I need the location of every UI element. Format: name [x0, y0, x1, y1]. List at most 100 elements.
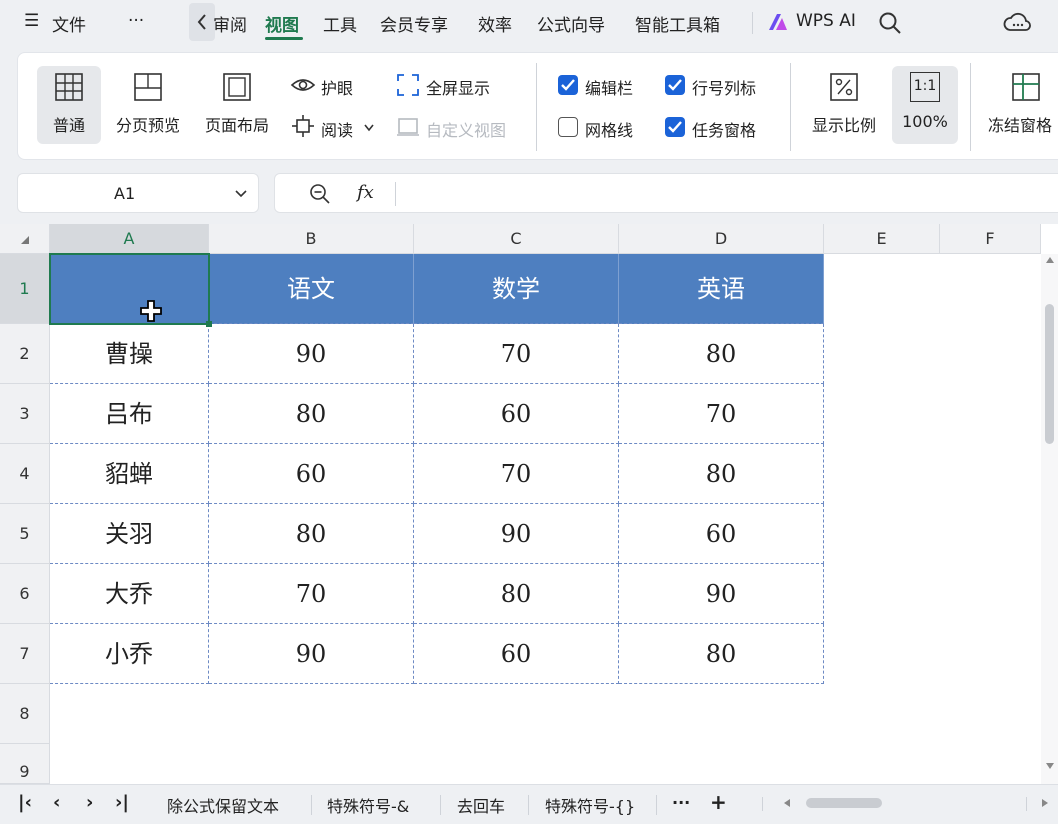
- table-cell[interactable]: 貂蝉: [50, 444, 209, 504]
- scroll-up-icon[interactable]: [1045, 256, 1055, 264]
- add-sheet-button[interactable]: +: [710, 790, 727, 814]
- select-all-corner[interactable]: [0, 224, 50, 254]
- sheet-tab[interactable]: 特殊符号-&: [327, 793, 409, 817]
- table-header-cell[interactable]: 数学: [414, 254, 619, 324]
- column-header-f[interactable]: F: [940, 224, 1041, 254]
- table-cell[interactable]: 60: [414, 624, 619, 684]
- horizontal-scroll-thumb[interactable]: [806, 798, 882, 808]
- column-header-a[interactable]: A: [50, 224, 209, 254]
- table-cell[interactable]: 70: [414, 444, 619, 504]
- menu-smart-toolbox[interactable]: 智能工具箱: [635, 11, 720, 36]
- sheet-tab[interactable]: 特殊符号-{}: [545, 793, 635, 817]
- sheet-tab[interactable]: 去回车: [457, 793, 505, 817]
- table-cell[interactable]: 80: [414, 564, 619, 624]
- table-cell[interactable]: 70: [619, 384, 824, 444]
- table-cell[interactable]: 90: [209, 324, 414, 384]
- table-header-cell[interactable]: 英语: [619, 254, 824, 324]
- table-cell[interactable]: 小乔: [50, 624, 209, 684]
- table-cell[interactable]: 关羽: [50, 504, 209, 564]
- row-header-5[interactable]: 5: [0, 504, 50, 564]
- first-sheet-button[interactable]: |‹: [18, 792, 32, 813]
- table-cell[interactable]: 80: [209, 504, 414, 564]
- table-cell[interactable]: 80: [619, 624, 824, 684]
- formula-bar-checkbox[interactable]: [558, 75, 578, 95]
- row-header-7[interactable]: 7: [0, 624, 50, 684]
- custom-view-button[interactable]: 自定义视图: [426, 117, 506, 141]
- reading-mode-button[interactable]: 阅读: [321, 117, 353, 141]
- column-header-c[interactable]: C: [414, 224, 619, 254]
- row-col-headers-label: 行号列标: [692, 79, 757, 98]
- scroll-down-icon[interactable]: [1045, 762, 1055, 770]
- row-header-1[interactable]: 1: [0, 254, 50, 324]
- table-cell[interactable]: 60: [619, 504, 824, 564]
- next-sheet-button[interactable]: ›: [86, 792, 93, 813]
- table-header-cell[interactable]: 语文: [209, 254, 414, 324]
- last-sheet-button[interactable]: ›|: [115, 792, 129, 813]
- table-cell[interactable]: 60: [414, 384, 619, 444]
- page-layout-button[interactable]: 页面布局: [198, 66, 276, 144]
- search-icon[interactable]: [877, 10, 903, 36]
- percent-icon: [830, 73, 858, 101]
- table-cell[interactable]: 曹操: [50, 324, 209, 384]
- column-header-b[interactable]: B: [209, 224, 414, 254]
- table-cell[interactable]: 70: [209, 564, 414, 624]
- row-header-2[interactable]: 2: [0, 324, 50, 384]
- vertical-scrollbar[interactable]: [1041, 254, 1058, 784]
- prev-sheet-button[interactable]: ‹: [53, 792, 60, 813]
- scroll-left-icon[interactable]: [782, 798, 792, 808]
- row-header-6[interactable]: 6: [0, 564, 50, 624]
- freeze-panes-button[interactable]: 冻结窗格: [984, 66, 1058, 144]
- name-box[interactable]: A1: [17, 173, 259, 213]
- menu-more[interactable]: ···: [128, 11, 144, 31]
- table-cell[interactable]: 70: [414, 324, 619, 384]
- table-cell[interactable]: 80: [619, 444, 824, 504]
- zoom-ratio-button[interactable]: 显示比例: [804, 66, 884, 144]
- zoom-formula-icon[interactable]: [309, 183, 331, 205]
- chevron-down-icon[interactable]: [234, 188, 248, 200]
- fx-icon[interactable]: fx: [357, 182, 374, 203]
- menu-tools[interactable]: 工具: [323, 11, 357, 36]
- row-header-4[interactable]: 4: [0, 444, 50, 504]
- hamburger-icon[interactable]: ☰: [24, 11, 39, 31]
- fullscreen-button[interactable]: 全屏显示: [426, 75, 490, 99]
- row-col-headers-checkbox[interactable]: [665, 75, 685, 95]
- vertical-scroll-thumb[interactable]: [1045, 304, 1054, 444]
- zoom-ratio-label: 显示比例: [811, 116, 876, 135]
- row-header-3[interactable]: 3: [0, 384, 50, 444]
- more-sheets-button[interactable]: ···: [672, 793, 690, 812]
- column-header-e[interactable]: E: [824, 224, 940, 254]
- page-break-icon: [134, 73, 162, 101]
- table-cell[interactable]: 大乔: [50, 564, 209, 624]
- cloud-icon[interactable]: [1003, 10, 1031, 34]
- scroll-right-icon[interactable]: [1040, 798, 1050, 808]
- menu-view[interactable]: 视图: [265, 11, 299, 36]
- menu-efficiency[interactable]: 效率: [478, 11, 512, 36]
- normal-view-button[interactable]: 普通: [37, 66, 101, 144]
- menu-member[interactable]: 会员专享: [380, 11, 448, 36]
- sheet-tab[interactable]: 除公式保留文本: [167, 793, 279, 817]
- row-header-8[interactable]: 8: [0, 684, 50, 744]
- page-break-preview-label: 分页预览: [115, 116, 180, 135]
- column-header-d[interactable]: D: [619, 224, 824, 254]
- chevron-down-icon[interactable]: [363, 123, 375, 133]
- table-cell[interactable]: 80: [209, 384, 414, 444]
- fullscreen-icon: [397, 74, 419, 96]
- table-cell[interactable]: 80: [619, 324, 824, 384]
- menu-formula-wizard[interactable]: 公式向导: [537, 11, 605, 36]
- table-cell[interactable]: 60: [209, 444, 414, 504]
- table-cell[interactable]: 90: [209, 624, 414, 684]
- menu-wps-ai[interactable]: WPS AI: [796, 11, 856, 31]
- active-tab-indicator: [265, 37, 303, 40]
- table-cell[interactable]: 90: [414, 504, 619, 564]
- eye-protection-toggle[interactable]: 护眼: [321, 75, 353, 99]
- menu-review[interactable]: 审阅: [207, 11, 247, 36]
- page-break-preview-button[interactable]: 分页预览: [110, 66, 186, 144]
- task-pane-checkbox[interactable]: [665, 117, 685, 137]
- gridlines-checkbox[interactable]: [558, 117, 578, 137]
- zoom-100-button[interactable]: 1:1 100%: [892, 66, 958, 144]
- menu-file[interactable]: 文件: [52, 11, 86, 36]
- table-cell[interactable]: 90: [619, 564, 824, 624]
- table-cell[interactable]: 吕布: [50, 384, 209, 444]
- page-layout-label: 页面布局: [204, 116, 269, 135]
- row-header-9[interactable]: 9: [0, 744, 50, 784]
